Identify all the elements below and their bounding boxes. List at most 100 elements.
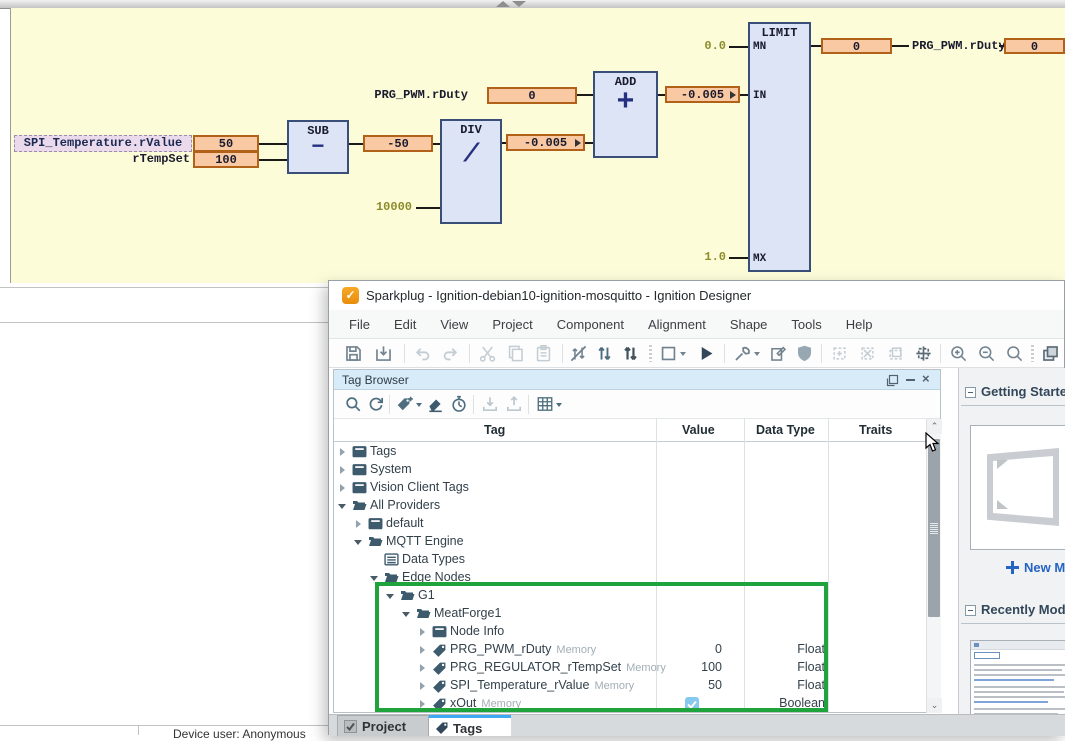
columns-icon[interactable] bbox=[536, 395, 554, 413]
tree-row-mqtt-engine[interactable]: MQTT Engine bbox=[334, 533, 924, 551]
comm-read-write-icon[interactable] bbox=[621, 344, 640, 363]
value-box[interactable]: -0.005 bbox=[665, 86, 740, 103]
tree-row-data-types[interactable]: Data Types bbox=[334, 551, 924, 569]
export-icon[interactable] bbox=[505, 395, 523, 413]
value-box[interactable]: 100 bbox=[193, 151, 259, 168]
expand-arrow-icon[interactable] bbox=[420, 628, 425, 636]
title-bar[interactable]: ✓ Sparkplug - Ignition-debian10-ignition… bbox=[329, 281, 1064, 310]
constant[interactable]: 1.0 bbox=[686, 250, 726, 264]
zoom-out-icon[interactable] bbox=[977, 344, 996, 363]
tree-row-node-info[interactable]: Node Info bbox=[334, 623, 924, 641]
div-block[interactable]: DIV / bbox=[440, 119, 502, 224]
float-panel-icon[interactable] bbox=[886, 374, 899, 387]
splitter-down-icon[interactable] bbox=[512, 1, 526, 7]
tree-row-tags[interactable]: Tags bbox=[334, 443, 924, 461]
expand-arrow-icon[interactable] bbox=[420, 700, 425, 708]
add-tag-icon[interactable] bbox=[396, 395, 414, 413]
expand-arrow-icon[interactable] bbox=[340, 484, 345, 492]
tag-value[interactable]: 0 bbox=[642, 642, 722, 656]
menu-alignment[interactable]: Alignment bbox=[636, 317, 718, 332]
collapse-section-icon[interactable] bbox=[965, 605, 976, 616]
tab-tags[interactable]: Tags bbox=[429, 715, 511, 736]
constant[interactable]: 0.0 bbox=[686, 39, 726, 53]
collapse-arrow-icon[interactable] bbox=[354, 540, 362, 545]
value-box[interactable]: 0 bbox=[821, 38, 892, 54]
variable-label[interactable]: PRG_PWM.rDuty bbox=[368, 88, 468, 102]
menu-edit[interactable]: Edit bbox=[382, 317, 428, 332]
tag-browser-header[interactable]: Tag Browser × bbox=[334, 370, 940, 390]
collapse-arrow-icon[interactable] bbox=[370, 576, 378, 581]
menu-component[interactable]: Component bbox=[545, 317, 636, 332]
expand-arrow-icon[interactable] bbox=[420, 682, 425, 690]
column-value[interactable]: Value bbox=[682, 423, 715, 437]
recently-modified-header[interactable]: Recently Modif bbox=[981, 602, 1065, 617]
import-icon[interactable] bbox=[481, 395, 499, 413]
save-icon[interactable] bbox=[344, 344, 363, 363]
variable-label[interactable]: rTempSet bbox=[90, 152, 190, 166]
zoom-reset-icon[interactable] bbox=[1005, 344, 1024, 363]
plus-icon[interactable] bbox=[1006, 561, 1019, 574]
new-window-link[interactable]: New M bbox=[1024, 560, 1065, 575]
menu-help[interactable]: Help bbox=[834, 317, 885, 332]
menu-file[interactable]: File bbox=[337, 317, 382, 332]
menu-view[interactable]: View bbox=[428, 317, 480, 332]
value-box[interactable]: -0.005 bbox=[506, 134, 585, 151]
dropdown-caret-icon[interactable] bbox=[416, 403, 422, 407]
expand-arrow-icon[interactable] bbox=[420, 664, 425, 672]
wrench-icon[interactable] bbox=[733, 344, 752, 363]
collapse-section-icon[interactable] bbox=[965, 387, 976, 398]
undo-icon[interactable] bbox=[413, 344, 432, 363]
window-template-thumbnail[interactable] bbox=[970, 425, 1065, 550]
expand-arrow-icon[interactable] bbox=[340, 466, 345, 474]
expand-arrow-icon[interactable] bbox=[420, 646, 425, 654]
search-icon[interactable] bbox=[344, 395, 362, 413]
scroll-down-icon[interactable]: ⌄ bbox=[927, 698, 942, 713]
value-box[interactable]: 50 bbox=[193, 135, 259, 152]
tree-row-prg-pwm-rduty[interactable]: PRG_PWM_rDutyMemory0Float bbox=[334, 641, 924, 659]
menu-project[interactable]: Project bbox=[480, 317, 544, 332]
tree-row-prg-regulator-rtempset[interactable]: PRG_REGULATOR_rTempSetMemory100Float bbox=[334, 659, 924, 677]
timer-icon[interactable] bbox=[450, 395, 468, 413]
comm-read-icon[interactable] bbox=[595, 344, 614, 363]
save-all-icon[interactable] bbox=[374, 344, 393, 363]
variable-label-selected[interactable]: SPI_Temperature.rValue bbox=[14, 135, 192, 152]
zoom-in-icon[interactable] bbox=[949, 344, 968, 363]
column-traits[interactable]: Traits bbox=[859, 423, 892, 437]
value-box[interactable]: 0 bbox=[487, 87, 577, 104]
tag-value[interactable]: 100 bbox=[642, 660, 722, 674]
minimize-panel-icon[interactable] bbox=[906, 379, 915, 381]
collapse-arrow-icon[interactable] bbox=[402, 612, 410, 617]
menu-tools[interactable]: Tools bbox=[779, 317, 833, 332]
paste-icon[interactable] bbox=[534, 344, 553, 363]
refresh-icon[interactable] bbox=[367, 395, 385, 413]
limit-block[interactable]: LIMIT MN IN MX bbox=[748, 22, 811, 272]
cut-icon[interactable] bbox=[478, 344, 497, 363]
tree-row-meatforge1[interactable]: MeatForge1 bbox=[334, 605, 924, 623]
dropdown-caret-icon[interactable] bbox=[754, 352, 760, 356]
boolean-checkbox[interactable] bbox=[685, 697, 699, 711]
tree-row-default[interactable]: default bbox=[334, 515, 924, 533]
constant[interactable]: 10000 bbox=[360, 200, 412, 214]
vertical-scrollbar[interactable]: ⌃ ⌄ bbox=[926, 419, 941, 713]
splitter-up-icon[interactable] bbox=[496, 1, 510, 7]
tag-value[interactable]: 50 bbox=[642, 678, 722, 692]
tree-row-system[interactable]: System bbox=[334, 461, 924, 479]
column-data-type[interactable]: Data Type bbox=[756, 423, 815, 437]
scrollbar-thumb[interactable] bbox=[928, 439, 940, 617]
expand-arrow-icon[interactable] bbox=[356, 520, 361, 528]
layers-icon[interactable] bbox=[1041, 344, 1060, 363]
column-tag[interactable]: Tag bbox=[484, 423, 505, 437]
dropdown-caret-icon[interactable] bbox=[680, 352, 686, 356]
play-icon[interactable] bbox=[697, 344, 716, 363]
tree-row-spi-temperature-rvalue[interactable]: SPI_Temperature_rValueMemory50Float bbox=[334, 677, 924, 695]
tree-row-vision-client-tags[interactable]: Vision Client Tags bbox=[334, 479, 924, 497]
delete-icon[interactable] bbox=[426, 395, 444, 413]
tab-project[interactable]: Project bbox=[337, 715, 429, 736]
sub-block[interactable]: SUB − bbox=[287, 120, 349, 174]
tree-row-edge-nodes[interactable]: Edge Nodes bbox=[334, 569, 924, 587]
expand-arrow-icon[interactable] bbox=[340, 448, 345, 456]
shape-tool-icon[interactable] bbox=[659, 344, 678, 363]
edit-config-icon[interactable] bbox=[769, 344, 788, 363]
tree-row-all-providers[interactable]: All Providers bbox=[334, 497, 924, 515]
tree-row-g1[interactable]: G1 bbox=[334, 587, 924, 605]
